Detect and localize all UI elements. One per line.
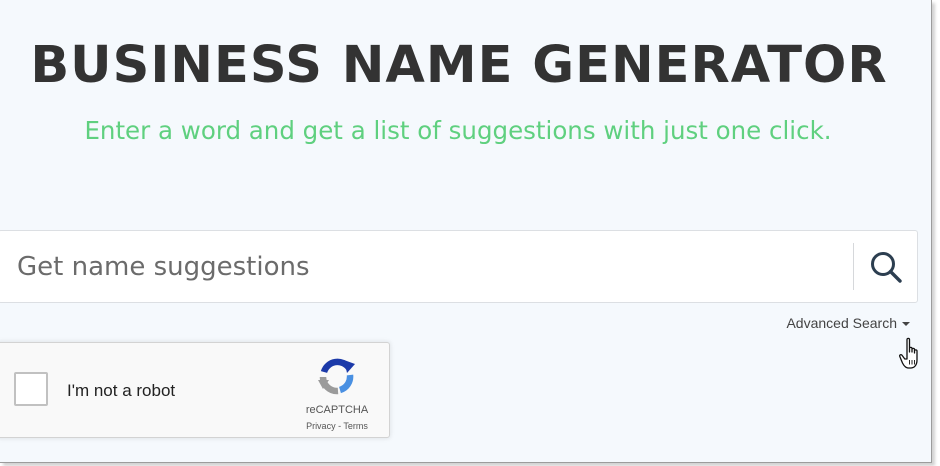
search-bar xyxy=(0,230,918,303)
search-icon xyxy=(871,251,902,283)
recaptcha-logo-icon xyxy=(318,358,355,395)
search-button[interactable] xyxy=(855,231,917,302)
page-title: BUSINESS NAME GENERATOR xyxy=(30,36,888,95)
search-input[interactable] xyxy=(17,231,837,302)
hand-pointer-icon xyxy=(899,337,918,369)
advanced-search-toggle[interactable]: Advanced Search xyxy=(786,315,910,331)
advanced-search-label: Advanced Search xyxy=(786,315,897,331)
caret-down-icon xyxy=(902,321,910,326)
recaptcha-privacy-link[interactable]: Privacy xyxy=(306,421,336,431)
recaptcha-widget: I'm not a robot reCAPTCHA Privacy - Term… xyxy=(0,342,390,438)
recaptcha-terms-link[interactable]: Terms xyxy=(343,421,368,431)
recaptcha-checkbox-label: I'm not a robot xyxy=(67,381,176,400)
recaptcha-links: Privacy - Terms xyxy=(287,421,387,431)
recaptcha-checkbox[interactable] xyxy=(14,372,48,406)
recaptcha-brand: reCAPTCHA xyxy=(305,404,369,416)
search-divider xyxy=(853,243,854,290)
page-frame: BUSINESS NAME GENERATOR Enter a word and… xyxy=(0,0,932,463)
page-subtitle: Enter a word and get a list of suggestio… xyxy=(84,116,832,145)
